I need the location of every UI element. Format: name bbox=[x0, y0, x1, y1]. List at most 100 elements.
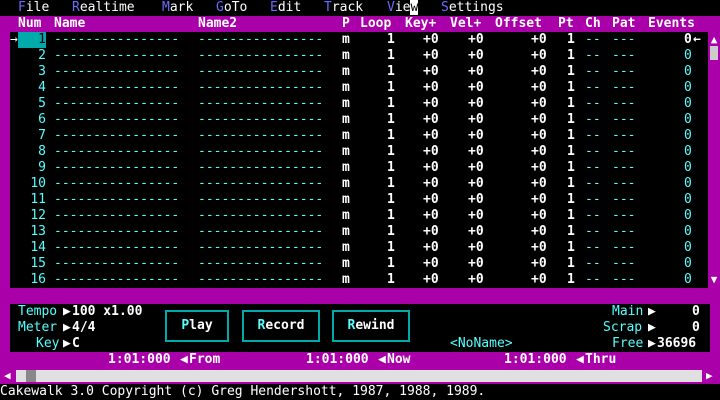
track-pat[interactable]: --- bbox=[612, 64, 635, 80]
track-vel[interactable]: +0 bbox=[468, 48, 484, 64]
track-vel[interactable]: +0 bbox=[468, 128, 484, 144]
track-key[interactable]: +0 bbox=[423, 32, 439, 48]
track-offset[interactable]: +0 bbox=[531, 128, 547, 144]
track-vel[interactable]: +0 bbox=[468, 176, 484, 192]
track-vel[interactable]: +0 bbox=[468, 192, 484, 208]
track-number[interactable]: 2 bbox=[18, 48, 46, 64]
track-loop[interactable]: 1 bbox=[387, 80, 395, 96]
track-pat[interactable]: --- bbox=[612, 272, 635, 288]
track-offset[interactable]: +0 bbox=[531, 112, 547, 128]
track-name[interactable]: ---------------- bbox=[54, 176, 179, 192]
track-row[interactable]: 15 ---------------- ---------------- m 1 +0 +0… bbox=[10, 256, 708, 272]
track-vel[interactable]: +0 bbox=[468, 96, 484, 112]
track-number[interactable]: 16 bbox=[18, 272, 46, 288]
scroll-left-icon[interactable]: ◀ bbox=[4, 368, 11, 384]
menu-item[interactable]: View bbox=[387, 0, 419, 16]
track-p[interactable]: m bbox=[342, 240, 350, 256]
track-name2[interactable]: ---------------- bbox=[198, 160, 323, 176]
track-pt[interactable]: 1 bbox=[567, 256, 575, 272]
track-events[interactable]: 0 bbox=[684, 112, 692, 128]
track-name2[interactable]: ---------------- bbox=[198, 144, 323, 160]
track-name2[interactable]: ---------------- bbox=[198, 208, 323, 224]
track-row[interactable]: 8 ---------------- ---------------- m 1 +0 +0 +… bbox=[10, 144, 708, 160]
track-pat[interactable]: --- bbox=[612, 144, 635, 160]
track-number[interactable]: 10 bbox=[18, 176, 46, 192]
menu-item[interactable]: Mark bbox=[162, 0, 193, 16]
track-pt[interactable]: 1 bbox=[567, 144, 575, 160]
track-ch[interactable]: -- bbox=[585, 176, 601, 192]
track-events[interactable]: 0 bbox=[684, 272, 692, 288]
track-vel[interactable]: +0 bbox=[468, 240, 484, 256]
horizontal-scrollbar[interactable]: ◀ ▶ bbox=[0, 368, 720, 384]
track-events[interactable]: 0 bbox=[684, 96, 692, 112]
track-name2[interactable]: ---------------- bbox=[198, 176, 323, 192]
track-offset[interactable]: +0 bbox=[531, 224, 547, 240]
scroll-right-icon[interactable]: ▶ bbox=[706, 368, 713, 384]
hscroll-thumb[interactable] bbox=[26, 370, 36, 382]
track-p[interactable]: m bbox=[342, 272, 350, 288]
track-loop[interactable]: 1 bbox=[387, 96, 395, 112]
track-events[interactable]: 0 bbox=[684, 48, 692, 64]
track-offset[interactable]: +0 bbox=[531, 96, 547, 112]
track-vel[interactable]: +0 bbox=[468, 224, 484, 240]
track-row[interactable]: 13 ---------------- ---------------- m 1 +0 +0… bbox=[10, 224, 708, 240]
track-number[interactable]: 5 bbox=[18, 96, 46, 112]
tempo-value[interactable]: 100 x1.00 bbox=[72, 304, 142, 320]
track-loop[interactable]: 1 bbox=[387, 160, 395, 176]
track-pt[interactable]: 1 bbox=[567, 80, 575, 96]
track-key[interactable]: +0 bbox=[423, 240, 439, 256]
track-ch[interactable]: -- bbox=[585, 160, 601, 176]
track-offset[interactable]: +0 bbox=[531, 240, 547, 256]
track-pat[interactable]: --- bbox=[612, 112, 635, 128]
track-row[interactable]: 7 ---------------- ---------------- m 1 +0 +0 +… bbox=[10, 128, 708, 144]
track-ch[interactable]: -- bbox=[585, 32, 601, 48]
track-pat[interactable]: --- bbox=[612, 48, 635, 64]
track-pt[interactable]: 1 bbox=[567, 160, 575, 176]
track-offset[interactable]: +0 bbox=[531, 48, 547, 64]
track-loop[interactable]: 1 bbox=[387, 176, 395, 192]
track-vel[interactable]: +0 bbox=[468, 80, 484, 96]
track-name[interactable]: ---------------- bbox=[54, 192, 179, 208]
menu-item[interactable]: Settings bbox=[441, 0, 504, 16]
track-name[interactable]: ---------------- bbox=[54, 144, 179, 160]
track-ch[interactable]: -- bbox=[585, 208, 601, 224]
meter-value[interactable]: 4/4 bbox=[72, 320, 95, 336]
track-name2[interactable]: ---------------- bbox=[198, 256, 323, 272]
track-pat[interactable]: --- bbox=[612, 176, 635, 192]
now-time[interactable]: 1:01:000 bbox=[306, 352, 369, 368]
track-row[interactable]: → 1 ---------------- ---------------- m 1 +0 +0… bbox=[10, 32, 708, 48]
track-key[interactable]: +0 bbox=[423, 128, 439, 144]
track-offset[interactable]: +0 bbox=[531, 192, 547, 208]
track-name2[interactable]: ---------------- bbox=[198, 48, 323, 64]
track-offset[interactable]: +0 bbox=[531, 272, 547, 288]
track-number[interactable]: 1 bbox=[18, 32, 46, 48]
track-p[interactable]: m bbox=[342, 112, 350, 128]
track-name[interactable]: ---------------- bbox=[54, 80, 179, 96]
track-ch[interactable]: -- bbox=[585, 192, 601, 208]
track-loop[interactable]: 1 bbox=[387, 144, 395, 160]
track-p[interactable]: m bbox=[342, 64, 350, 80]
track-ch[interactable]: -- bbox=[585, 240, 601, 256]
track-loop[interactable]: 1 bbox=[387, 48, 395, 64]
menu-item[interactable]: Realtime bbox=[72, 0, 135, 16]
track-p[interactable]: m bbox=[342, 96, 350, 112]
track-pt[interactable]: 1 bbox=[567, 224, 575, 240]
track-pat[interactable]: --- bbox=[612, 128, 635, 144]
track-key[interactable]: +0 bbox=[423, 96, 439, 112]
track-events[interactable]: 0 bbox=[684, 208, 692, 224]
track-pt[interactable]: 1 bbox=[567, 32, 575, 48]
track-key[interactable]: +0 bbox=[423, 64, 439, 80]
track-ch[interactable]: -- bbox=[585, 128, 601, 144]
track-key[interactable]: +0 bbox=[423, 48, 439, 64]
track-pt[interactable]: 1 bbox=[567, 240, 575, 256]
track-offset[interactable]: +0 bbox=[531, 80, 547, 96]
track-vel[interactable]: +0 bbox=[468, 32, 484, 48]
track-loop[interactable]: 1 bbox=[387, 256, 395, 272]
key-value[interactable]: C bbox=[72, 336, 80, 352]
track-vel[interactable]: +0 bbox=[468, 256, 484, 272]
vertical-scrollbar[interactable]: ▲ ▼ bbox=[708, 32, 720, 288]
track-ch[interactable]: -- bbox=[585, 48, 601, 64]
track-events[interactable]: 0 bbox=[684, 64, 692, 80]
track-vel[interactable]: +0 bbox=[468, 272, 484, 288]
track-name2[interactable]: ---------------- bbox=[198, 96, 323, 112]
